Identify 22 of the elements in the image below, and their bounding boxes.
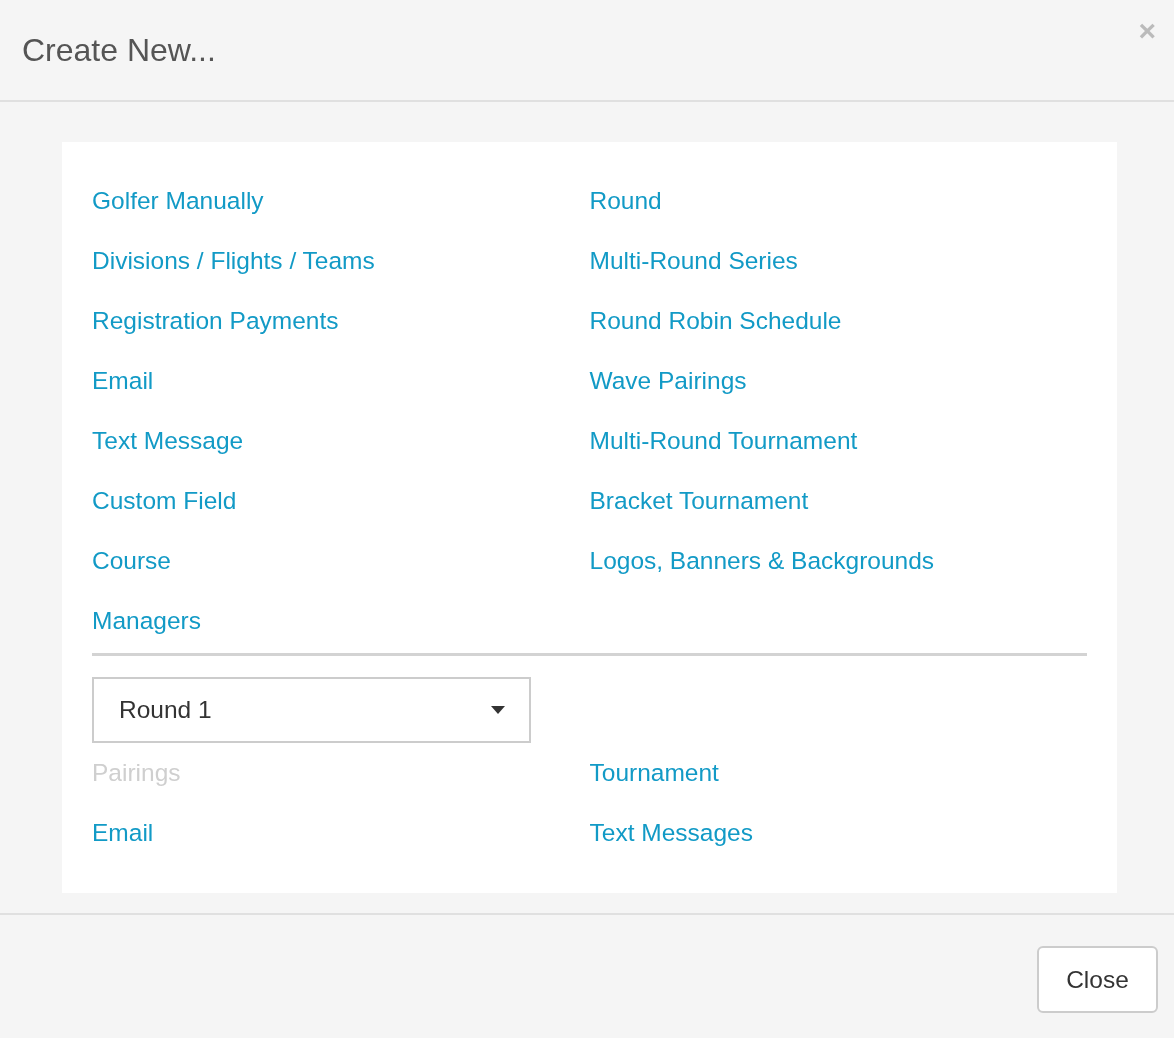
menu-link[interactable]: Email xyxy=(92,819,154,847)
menu-link[interactable]: Text Message xyxy=(92,427,244,455)
menu-link[interactable]: Multi-Round Tournament xyxy=(589,427,858,455)
menu-link[interactable]: Round Robin Schedule xyxy=(589,307,842,335)
menu-link[interactable]: Multi-Round Series xyxy=(589,247,798,275)
menu-link[interactable]: Text Messages xyxy=(589,819,753,847)
caret-icon xyxy=(491,706,505,714)
round-dropdown[interactable]: Round 1 xyxy=(92,677,531,743)
menu-link[interactable]: Registration Payments xyxy=(92,307,339,335)
menu-link[interactable]: Round xyxy=(589,187,662,215)
menu-link[interactable]: Email xyxy=(92,367,154,395)
menu-link[interactable]: Tournament xyxy=(589,759,719,787)
menu-link[interactable]: Divisions / Flights / Teams xyxy=(92,247,375,275)
menu-link[interactable]: Managers xyxy=(92,607,201,635)
menu-link[interactable]: Logos, Banners & Backgrounds xyxy=(589,547,935,575)
menu-link[interactable]: Course xyxy=(92,547,171,575)
close-button[interactable]: Close xyxy=(1037,946,1158,1013)
menu-link[interactable]: Golfer Manually xyxy=(92,187,264,215)
menu-link[interactable]: Wave Pairings xyxy=(589,367,747,395)
dialog-title: Create New... xyxy=(22,31,216,69)
menu-link[interactable]: Bracket Tournament xyxy=(589,487,809,515)
menu-link[interactable]: Custom Field xyxy=(92,487,237,515)
